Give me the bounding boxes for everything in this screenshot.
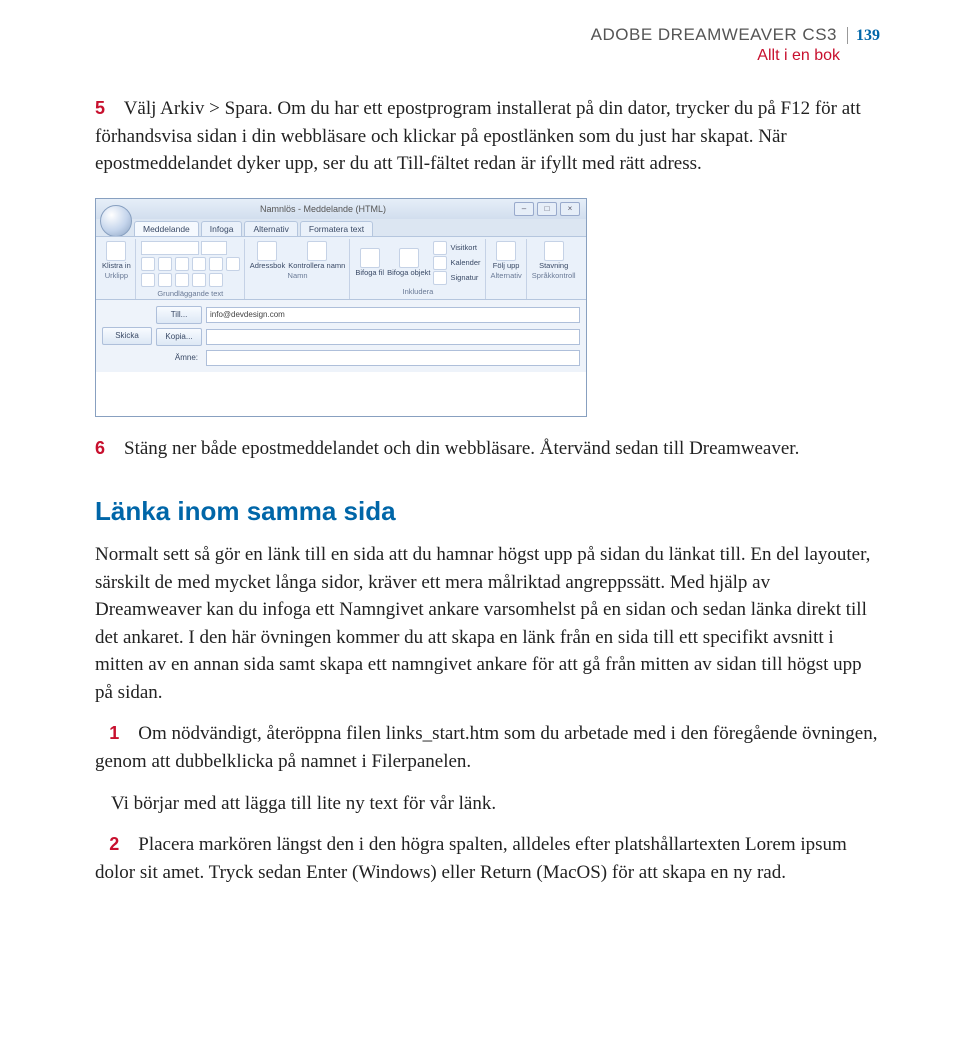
section-heading: Länka inom samma sida — [95, 496, 880, 527]
attach-file-icon[interactable] — [360, 248, 380, 268]
cc-button[interactable]: Kopia... — [156, 328, 202, 346]
options-group-label: Alternativ — [491, 271, 522, 280]
ribbon-group-clipboard: Klistra in Urklipp — [98, 239, 136, 299]
ribbon: Klistra in Urklipp Grundläggande text Ad… — [96, 236, 586, 300]
message-fields: Skicka Till... info@devdesign.com Kopia.… — [96, 300, 586, 372]
checknames-icon[interactable] — [307, 241, 327, 261]
to-field[interactable]: info@devdesign.com — [206, 307, 580, 323]
step-6-number: 6 — [95, 438, 105, 458]
step-2-number: 2 — [109, 834, 119, 854]
signature-icon[interactable] — [433, 271, 447, 285]
close-icon[interactable]: × — [560, 202, 580, 216]
step-6: 6 Stäng ner både epostmeddelandet och di… — [95, 435, 880, 463]
proof-group-label: Språkkontroll — [532, 271, 576, 280]
card-icon[interactable] — [433, 241, 447, 255]
page-number: 139 — [847, 27, 880, 44]
paste-label: Klistra in — [102, 262, 131, 270]
maximize-icon[interactable]: □ — [537, 202, 557, 216]
step-2: 2 Placera markören längst den i den högr… — [95, 831, 880, 886]
step-6-text: Stäng ner både epostmeddelandet och din … — [124, 438, 799, 459]
book-subtitle: Allt i en bok — [95, 47, 880, 65]
ribbon-group-font: Grundläggande text — [137, 239, 245, 299]
tab-infoga[interactable]: Infoga — [201, 221, 243, 236]
send-button[interactable]: Skicka — [102, 327, 152, 345]
step-1-after: Vi börjar med att lägga till lite ny tex… — [95, 790, 880, 818]
cc-field[interactable] — [206, 329, 580, 345]
step-1-number: 1 — [109, 723, 119, 743]
spelling-icon[interactable] — [544, 241, 564, 261]
step-1-text: Om nödvändigt, återöppna filen links_sta… — [95, 723, 877, 772]
names-group-label: Namn — [250, 271, 346, 280]
include-group-label: Inkludera — [355, 287, 480, 296]
paste-icon[interactable] — [106, 241, 126, 261]
office-orb-icon[interactable] — [100, 205, 132, 237]
addressbook-icon[interactable] — [257, 241, 277, 261]
fig-titlebar: Namnlös - Meddelande (HTML) – □ × — [96, 199, 586, 219]
calendar-icon[interactable] — [433, 256, 447, 270]
tab-formatera[interactable]: Formatera text — [300, 221, 373, 236]
subject-field[interactable] — [206, 350, 580, 366]
figure-email-window: Namnlös - Meddelande (HTML) – □ × Meddel… — [95, 198, 587, 417]
product-name: ADOBE DREAMWEAVER CS3 — [591, 25, 837, 44]
ribbon-group-options: Följ upp Alternativ — [487, 239, 527, 299]
step-5: 5 Välj Arkiv > Spara. Om du har ett epos… — [95, 95, 880, 178]
section-intro: Normalt sett så gör en länk till en sida… — [95, 541, 880, 706]
step-5-text: Välj Arkiv > Spara. Om du har ett epostp… — [95, 98, 861, 174]
tab-meddelande[interactable]: Meddelande — [134, 221, 199, 236]
ribbon-group-include: Bifoga fil Bifoga objekt Visitkort Kalen… — [351, 239, 485, 299]
step-5-number: 5 — [95, 98, 105, 118]
followup-icon[interactable] — [496, 241, 516, 261]
ribbon-tabs: Meddelande Infoga Alternativ Formatera t… — [96, 219, 586, 236]
font-group-label: Grundläggande text — [141, 289, 240, 298]
step-2-text: Placera markören längst den i den högra … — [95, 834, 847, 883]
ribbon-group-proof: Stavning Språkkontroll — [528, 239, 580, 299]
attach-item-icon[interactable] — [399, 248, 419, 268]
page-header: ADOBE DREAMWEAVER CS3 139 Allt i en bok — [95, 25, 880, 65]
to-button[interactable]: Till... — [156, 306, 202, 324]
header-line-1: ADOBE DREAMWEAVER CS3 139 — [95, 25, 880, 45]
window-controls: – □ × — [514, 202, 580, 216]
step-1: 1 Om nödvändigt, återöppna filen links_s… — [95, 720, 880, 775]
clipboard-group-label: Urklipp — [102, 271, 131, 280]
subject-label: Ämne: — [156, 353, 202, 362]
minimize-icon[interactable]: – — [514, 202, 534, 216]
message-body[interactable] — [96, 372, 586, 416]
ribbon-group-names: Adressbok Kontrollera namn Namn — [246, 239, 351, 299]
fig-window-title: Namnlös - Meddelande (HTML) — [132, 204, 514, 214]
tab-alternativ[interactable]: Alternativ — [244, 221, 297, 236]
